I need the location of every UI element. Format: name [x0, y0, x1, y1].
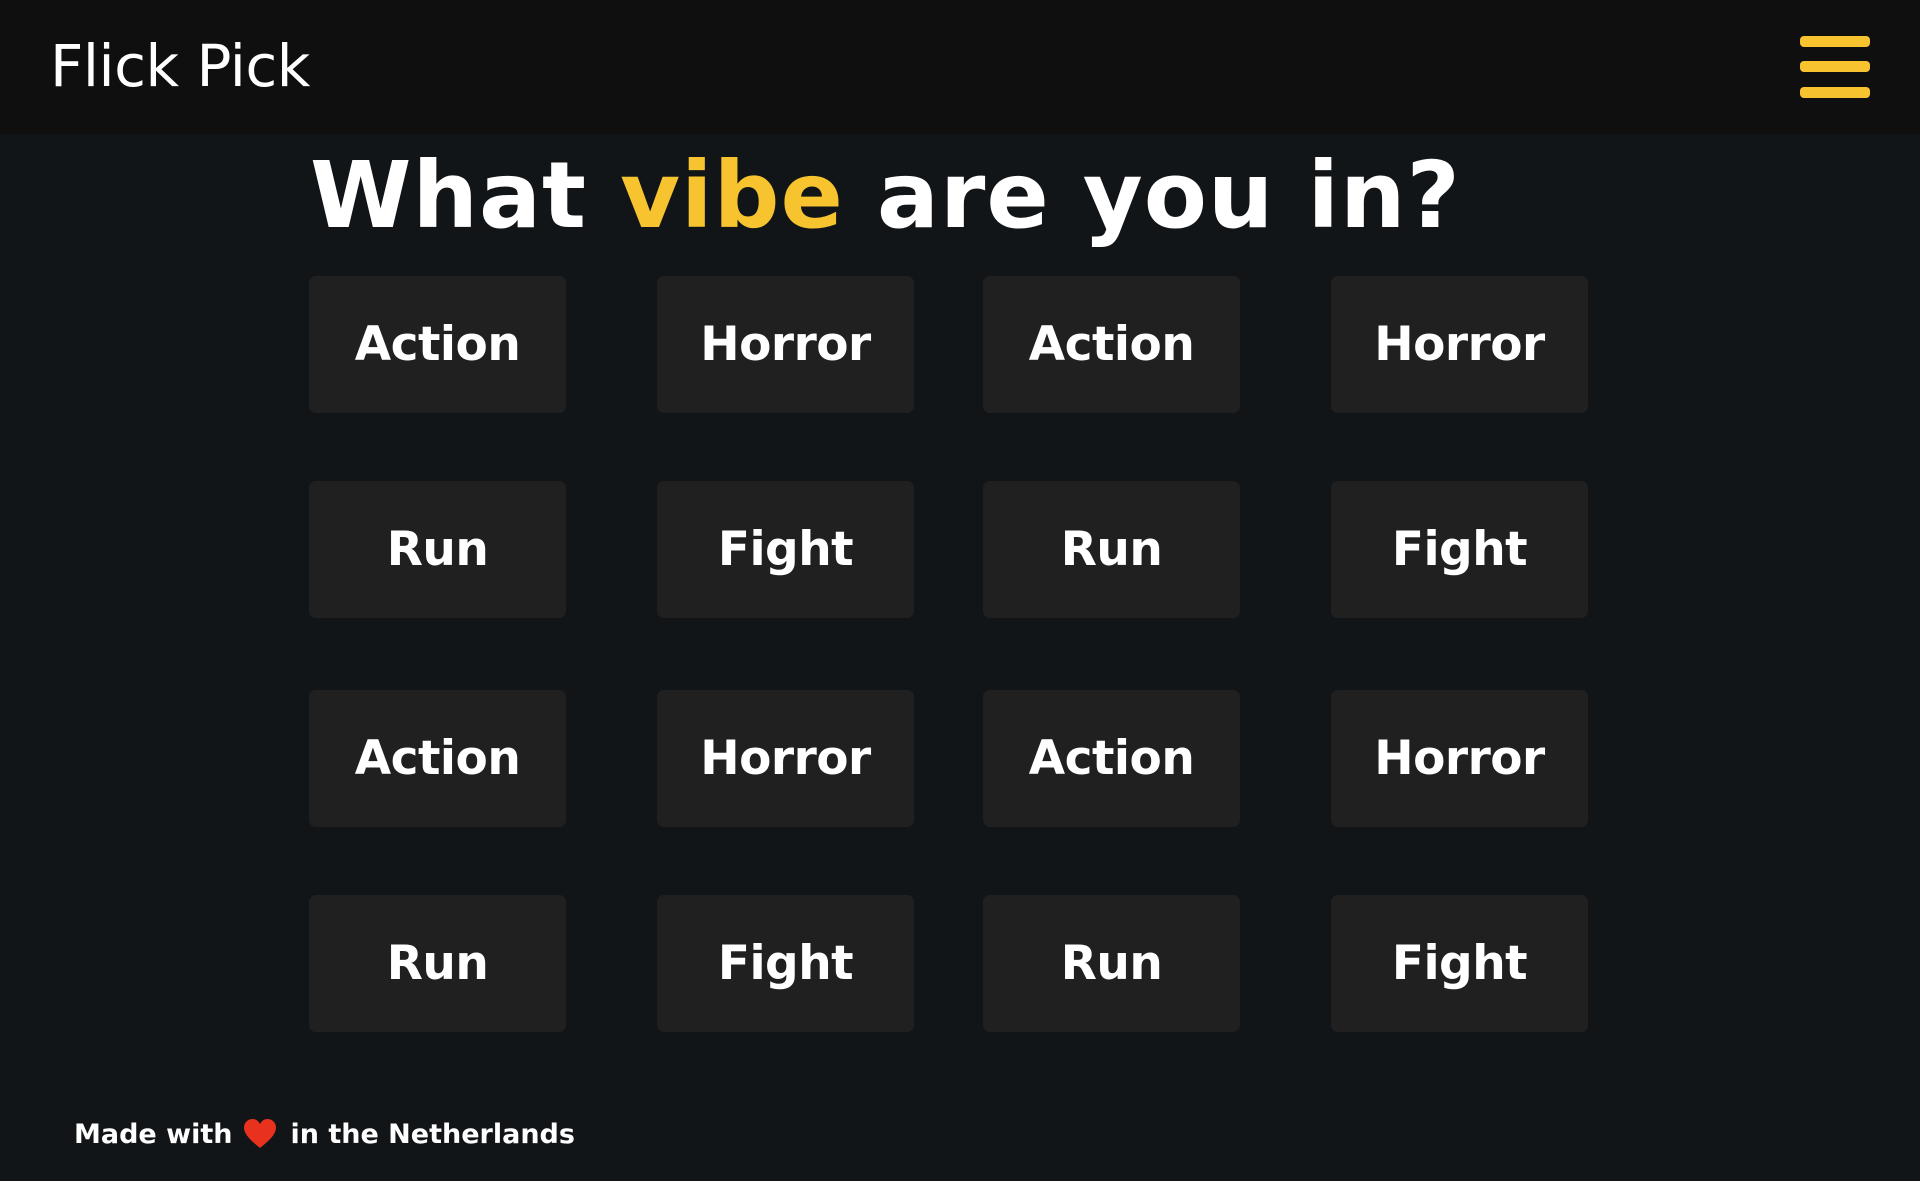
genre-tile[interactable]: Horror — [1331, 690, 1588, 827]
genre-tile[interactable]: Run — [983, 895, 1240, 1032]
footer-text-before: Made with — [74, 1118, 233, 1150]
genre-tile[interactable]: Action — [309, 690, 566, 827]
headline-highlight: vibe — [620, 142, 844, 249]
menu-bar-middle — [1800, 61, 1870, 72]
genre-tile[interactable]: Fight — [657, 481, 914, 618]
heart-icon — [244, 1119, 277, 1149]
hamburger-menu-icon — [1800, 36, 1870, 98]
hamburger-menu-button[interactable] — [1800, 36, 1870, 98]
genre-tile[interactable]: Action — [983, 276, 1240, 413]
footer-text-after: in the Netherlands — [290, 1118, 575, 1150]
genre-tile[interactable]: Fight — [657, 895, 914, 1032]
menu-bar-top — [1800, 36, 1870, 47]
top-bar: Flick Pick — [0, 0, 1920, 134]
app-title[interactable]: Flick Pick — [50, 28, 310, 104]
menu-bar-bottom — [1800, 87, 1870, 98]
genre-tile[interactable]: Action — [983, 690, 1240, 827]
page-headline: What vibe are you in? — [310, 138, 1461, 254]
genre-tile[interactable]: Horror — [657, 690, 914, 827]
footer-credit: Made with in the Netherlands — [74, 1116, 575, 1152]
genre-tile[interactable]: Run — [983, 481, 1240, 618]
genre-tile[interactable]: Action — [309, 276, 566, 413]
genre-tile[interactable]: Horror — [657, 276, 914, 413]
genre-tile[interactable]: Fight — [1331, 481, 1588, 618]
genre-tile[interactable]: Run — [309, 481, 566, 618]
genre-tile[interactable]: Horror — [1331, 276, 1588, 413]
headline-suffix: are you in? — [843, 142, 1461, 249]
headline-prefix: What — [310, 142, 621, 249]
genre-tile[interactable]: Fight — [1331, 895, 1588, 1032]
genre-tile[interactable]: Run — [309, 895, 566, 1032]
